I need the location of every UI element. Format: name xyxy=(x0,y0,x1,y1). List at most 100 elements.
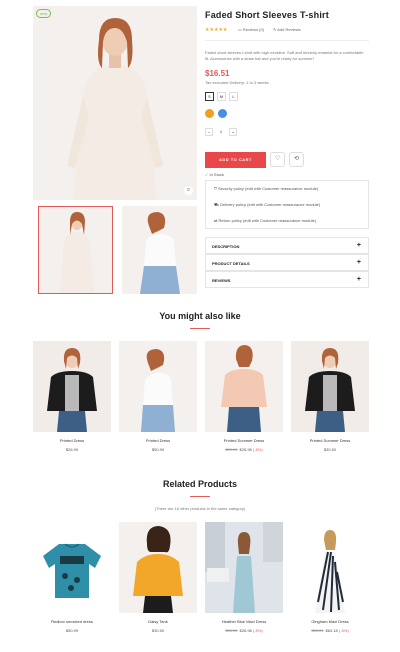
return-icon: ⇄ xyxy=(214,218,218,223)
divider xyxy=(205,40,369,41)
accordion-details-label: PRODUCT DETAILS xyxy=(212,261,250,266)
accordion-reviews[interactable]: REVIEWS + xyxy=(205,271,369,288)
policy-security: ⛉ Security policy (edit with Customer re… xyxy=(214,186,318,191)
tshirt-image xyxy=(33,522,111,613)
product-name[interactable]: Printed Summer Dress xyxy=(291,438,369,443)
pencil-icon: ✎ xyxy=(273,27,277,32)
add-review-label: Add Reviews xyxy=(277,27,301,32)
product-card-image[interactable] xyxy=(119,341,197,432)
main-product-image[interactable]: new ⌕ xyxy=(33,6,197,200)
product-card-image[interactable] xyxy=(119,522,197,613)
wishlist-button[interactable]: ♡ xyxy=(270,152,285,167)
old-price: $30.50 xyxy=(225,628,238,633)
white-tank-image xyxy=(119,341,197,432)
heart-icon: ♡ xyxy=(274,156,281,162)
current-price: $63.18 xyxy=(325,628,338,633)
thumbnail-2[interactable] xyxy=(122,206,197,294)
decrease-button[interactable]: − xyxy=(205,128,213,136)
size-option-s[interactable]: S xyxy=(205,92,214,101)
quantity-value[interactable]: 1 xyxy=(213,128,229,136)
product-price: $30.50 xyxy=(323,447,337,452)
plus-icon: + xyxy=(356,276,361,283)
increase-button[interactable]: + xyxy=(229,128,237,136)
reviews-label: Reviews (0) xyxy=(242,27,265,32)
product-name[interactable]: Printed Dress xyxy=(33,438,111,443)
product-name[interactable]: Gingham Maxi Dress xyxy=(291,619,369,624)
old-price: $88.81 xyxy=(311,628,324,633)
title-underline xyxy=(190,496,210,497)
policy-security-text: Security policy (edit with Customer reas… xyxy=(218,186,319,191)
yellow-sweater-image xyxy=(119,522,197,613)
discount: (-5%) xyxy=(252,447,263,452)
accordion-reviews-label: REVIEWS xyxy=(212,278,231,283)
black-jacket-image xyxy=(291,341,369,432)
rating-stars: ★★★★★ xyxy=(205,27,228,33)
product-card-image[interactable] xyxy=(291,522,369,613)
accordion-product-details[interactable]: PRODUCT DETAILS + xyxy=(205,254,369,271)
accordion-description[interactable]: DESCRIPTION + xyxy=(205,237,369,254)
product-price: $30.50 xyxy=(151,628,165,633)
color-swatch-orange[interactable] xyxy=(205,109,214,118)
product-card-image[interactable] xyxy=(205,522,283,613)
new-badge: new xyxy=(36,9,52,18)
related-title: Related Products xyxy=(162,479,238,489)
product-price: $88.81 $63.18 (-5%) xyxy=(291,628,369,633)
discount: (-5%) xyxy=(338,628,349,633)
product-price: $30.50 $28.98 (-5%) xyxy=(205,447,283,452)
zoom-icon[interactable]: ⌕ xyxy=(184,186,193,195)
reviews-link[interactable]: ▭ Reviews (0) xyxy=(238,27,264,32)
title-underline xyxy=(190,328,210,329)
policy-delivery-text: Delivery policy (edit with Customer reas… xyxy=(220,202,321,207)
product-name[interactable]: Redbox smocked dress xyxy=(33,619,111,624)
product-card-image[interactable] xyxy=(205,341,283,432)
product-price: $26.99 xyxy=(65,447,79,452)
current-price: $28.98 xyxy=(239,447,252,452)
product-price: $50.99 xyxy=(65,628,79,633)
compare-button[interactable]: ⟲ xyxy=(289,152,304,167)
size-selector: S M L xyxy=(205,92,238,101)
thumbnail-1[interactable] xyxy=(38,206,113,294)
thumbnail-tank-image xyxy=(122,206,197,294)
product-price: $16.51 xyxy=(205,69,230,78)
accordion-description-label: DESCRIPTION xyxy=(212,244,240,249)
related-subtitle: (There are 16 other products in the same… xyxy=(154,506,246,511)
peach-top-image xyxy=(205,341,283,432)
product-name[interactable]: Daisy Tank xyxy=(119,619,197,624)
reassurance-block: ⛉ Security policy (edit with Customer re… xyxy=(205,180,369,229)
old-price: $30.50 xyxy=(225,447,238,452)
color-swatch-blue[interactable] xyxy=(218,109,227,118)
compare-icon: ⟲ xyxy=(293,156,300,162)
color-selector xyxy=(205,109,227,118)
product-price: $50.99 xyxy=(151,447,165,452)
product-name[interactable]: Printed Dress xyxy=(119,438,197,443)
tax-delivery-info: Tax excluded Delivery: 1 to 3 weeks xyxy=(205,80,269,85)
shield-icon: ⛉ xyxy=(214,186,217,191)
comment-icon: ▭ xyxy=(238,27,242,32)
discount: (-5%) xyxy=(252,628,263,633)
might-like-title: You might also like xyxy=(159,311,241,321)
check-icon: ✓ xyxy=(205,172,209,177)
thumbnail-dress-image xyxy=(39,207,112,293)
add-review-link[interactable]: ✎ Add Reviews xyxy=(273,27,301,32)
stock-status: ✓ In Stock xyxy=(205,172,224,177)
policy-delivery: ⛟ Delivery policy (edit with Customer re… xyxy=(214,202,320,208)
product-title: Faded Short Sleeves T-shirt xyxy=(205,10,329,20)
product-name[interactable]: Printed Summer Dress xyxy=(205,438,283,443)
truck-icon: ⛟ xyxy=(214,202,220,207)
product-card-image[interactable] xyxy=(33,341,111,432)
stock-label: In Stock xyxy=(209,172,224,177)
size-option-l[interactable]: L xyxy=(229,92,238,101)
product-card-image[interactable] xyxy=(291,341,369,432)
product-price: $30.50 $28.98 (-5%) xyxy=(205,628,283,633)
plus-icon: + xyxy=(356,242,361,249)
size-option-m[interactable]: M xyxy=(217,92,226,101)
product-card-image[interactable] xyxy=(33,522,111,613)
policy-return-text: Return policy (edit with Customer reassu… xyxy=(218,218,317,223)
woman-white-dress-illustration xyxy=(33,6,197,200)
product-name[interactable]: Heather Blue Maxi Dress xyxy=(205,619,283,624)
gingham-dress-image xyxy=(291,522,369,613)
black-jacket-image xyxy=(33,341,111,432)
plus-icon: + xyxy=(356,259,361,266)
add-to-cart-button[interactable]: ADD TO CART xyxy=(205,152,266,168)
policy-return: ⇄ Return policy (edit with Customer reas… xyxy=(214,218,316,223)
